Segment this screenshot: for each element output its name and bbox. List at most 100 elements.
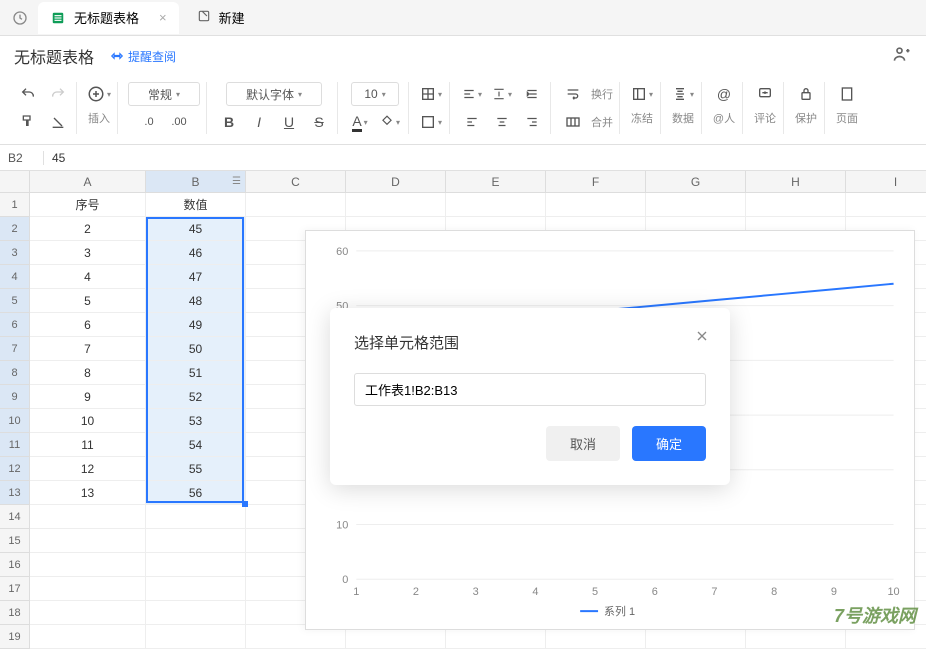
cell[interactable]: 6 bbox=[30, 313, 146, 337]
cell[interactable]: 50 bbox=[146, 337, 246, 361]
cell[interactable]: 序号 bbox=[30, 193, 146, 217]
cell[interactable] bbox=[246, 193, 346, 217]
cell[interactable] bbox=[646, 193, 746, 217]
row-header[interactable]: 10 bbox=[0, 409, 30, 433]
cell[interactable] bbox=[30, 505, 146, 529]
row-header[interactable]: 15 bbox=[0, 529, 30, 553]
document-title[interactable]: 无标题表格 bbox=[14, 44, 94, 68]
cell[interactable] bbox=[30, 577, 146, 601]
cell[interactable]: 52 bbox=[146, 385, 246, 409]
cell[interactable] bbox=[846, 193, 926, 217]
strike-button[interactable]: S bbox=[307, 110, 331, 134]
cell[interactable]: 11 bbox=[30, 433, 146, 457]
column-header-I[interactable]: I bbox=[846, 171, 926, 193]
wrap-button[interactable] bbox=[561, 82, 585, 106]
row-header[interactable]: 13 bbox=[0, 481, 30, 505]
border-button[interactable]: ▾ bbox=[419, 82, 443, 106]
row-header[interactable]: 9 bbox=[0, 385, 30, 409]
bold-button[interactable]: B bbox=[217, 110, 241, 134]
protect-button[interactable] bbox=[794, 82, 818, 106]
cell[interactable]: 7 bbox=[30, 337, 146, 361]
cell-value[interactable]: 45 bbox=[44, 151, 73, 165]
cell[interactable]: 3 bbox=[30, 241, 146, 265]
cell-style-button[interactable]: ▾ bbox=[419, 110, 443, 134]
cell[interactable] bbox=[146, 601, 246, 625]
undo-button[interactable] bbox=[16, 82, 40, 106]
cell[interactable] bbox=[30, 625, 146, 649]
align-v-button[interactable]: ▾ bbox=[490, 82, 514, 106]
merge-button[interactable] bbox=[561, 110, 585, 134]
column-header-A[interactable]: A bbox=[30, 171, 146, 193]
column-header-C[interactable]: C bbox=[246, 171, 346, 193]
cell[interactable] bbox=[30, 529, 146, 553]
close-icon[interactable]: × bbox=[159, 10, 167, 25]
cell[interactable]: 48 bbox=[146, 289, 246, 313]
history-icon[interactable] bbox=[8, 6, 32, 30]
at-button[interactable]: @ bbox=[712, 82, 736, 106]
freeze-button[interactable]: ▾ bbox=[630, 82, 654, 106]
cell[interactable]: 55 bbox=[146, 457, 246, 481]
cell[interactable]: 8 bbox=[30, 361, 146, 385]
ok-button[interactable]: 确定 bbox=[632, 426, 706, 461]
data-button[interactable]: ▾ bbox=[671, 82, 695, 106]
indent-button[interactable] bbox=[520, 82, 544, 106]
row-header[interactable]: 14 bbox=[0, 505, 30, 529]
column-header-E[interactable]: E bbox=[446, 171, 546, 193]
cell[interactable] bbox=[146, 553, 246, 577]
font-size-select[interactable]: 10▾ bbox=[351, 82, 399, 106]
row-header[interactable]: 16 bbox=[0, 553, 30, 577]
align-right-button[interactable] bbox=[520, 110, 544, 134]
row-header[interactable]: 3 bbox=[0, 241, 30, 265]
cell-reference[interactable]: B2 bbox=[0, 151, 44, 165]
row-header[interactable]: 11 bbox=[0, 433, 30, 457]
cell[interactable]: 54 bbox=[146, 433, 246, 457]
cell[interactable]: 47 bbox=[146, 265, 246, 289]
close-icon[interactable] bbox=[694, 328, 710, 349]
tab-new[interactable]: 新建 bbox=[185, 2, 257, 34]
underline-button[interactable]: U bbox=[277, 110, 301, 134]
row-header[interactable]: 6 bbox=[0, 313, 30, 337]
comment-button[interactable] bbox=[753, 82, 777, 106]
cell[interactable]: 12 bbox=[30, 457, 146, 481]
row-header[interactable]: 5 bbox=[0, 289, 30, 313]
align-center-button[interactable] bbox=[490, 110, 514, 134]
tab-document[interactable]: 无标题表格 × bbox=[38, 2, 179, 34]
cell[interactable] bbox=[446, 193, 546, 217]
column-header-D[interactable]: D bbox=[346, 171, 446, 193]
row-header[interactable]: 2 bbox=[0, 217, 30, 241]
filter-icon[interactable]: ☰ bbox=[232, 176, 241, 187]
cell[interactable]: 46 bbox=[146, 241, 246, 265]
row-header[interactable]: 8 bbox=[0, 361, 30, 385]
font-color-button[interactable]: A▾ bbox=[348, 110, 372, 134]
font-select[interactable]: 默认字体▾ bbox=[226, 82, 322, 106]
cell[interactable]: 53 bbox=[146, 409, 246, 433]
clear-format-button[interactable] bbox=[46, 110, 70, 134]
share-icon[interactable] bbox=[892, 44, 912, 69]
row-header[interactable]: 18 bbox=[0, 601, 30, 625]
row-header[interactable]: 19 bbox=[0, 625, 30, 649]
cell[interactable] bbox=[146, 625, 246, 649]
cell[interactable]: 5 bbox=[30, 289, 146, 313]
cell[interactable]: 10 bbox=[30, 409, 146, 433]
cell[interactable]: 13 bbox=[30, 481, 146, 505]
redo-button[interactable] bbox=[46, 82, 70, 106]
align-h-button[interactable]: ▾ bbox=[460, 82, 484, 106]
column-header-F[interactable]: F bbox=[546, 171, 646, 193]
cell[interactable]: 56 bbox=[146, 481, 246, 505]
cell[interactable] bbox=[30, 601, 146, 625]
number-format-select[interactable]: 常规▾ bbox=[128, 82, 200, 106]
decimal-dec-button[interactable]: .0 bbox=[137, 110, 161, 134]
cell[interactable]: 49 bbox=[146, 313, 246, 337]
decimal-inc-button[interactable]: .00 bbox=[167, 110, 191, 134]
cell[interactable] bbox=[346, 193, 446, 217]
cell[interactable]: 2 bbox=[30, 217, 146, 241]
fill-color-button[interactable]: ▾ bbox=[378, 110, 402, 134]
column-header-G[interactable]: G bbox=[646, 171, 746, 193]
cell[interactable] bbox=[746, 193, 846, 217]
cell[interactable]: 数值 bbox=[146, 193, 246, 217]
cell[interactable] bbox=[146, 577, 246, 601]
cancel-button[interactable]: 取消 bbox=[546, 426, 620, 461]
column-header-H[interactable]: H bbox=[746, 171, 846, 193]
cell[interactable] bbox=[146, 505, 246, 529]
remind-link[interactable]: 提醒查阅 bbox=[110, 48, 176, 65]
